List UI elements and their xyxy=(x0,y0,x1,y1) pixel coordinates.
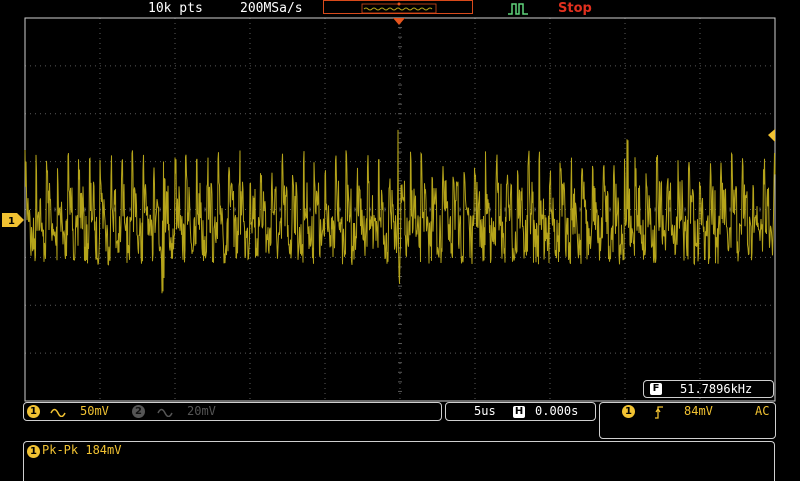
memory-overview-bar[interactable] xyxy=(323,0,473,14)
timebase-panel: 5us H 0.000s xyxy=(445,402,596,421)
channel1-badge[interactable]: 1 xyxy=(27,405,40,418)
trigger-source-badge[interactable]: 1 xyxy=(622,405,635,418)
horizontal-position: 0.000s xyxy=(535,404,579,418)
horizontal-position-icon: H xyxy=(513,406,525,418)
sample-rate: 200MSa/s xyxy=(240,1,303,16)
pk-pk-measurement: Pk-Pk 184mV xyxy=(42,443,122,457)
memory-waveform-icon xyxy=(361,2,437,14)
trigger-level: 84mV xyxy=(684,404,713,418)
record-length: 10k pts xyxy=(148,1,203,16)
frequency-value: 51.7896kHz xyxy=(680,382,753,396)
measurement-channel-badge: 1 xyxy=(27,445,40,458)
run-stop-status[interactable]: Stop xyxy=(558,1,592,16)
channel2-coupling-icon xyxy=(157,408,173,417)
channel1-scale: 50mV xyxy=(80,404,109,418)
frequency-icon: F xyxy=(650,383,662,395)
trigger-coupling: AC xyxy=(755,404,770,418)
top-status-bar: 10k pts 200MSa/s Stop xyxy=(0,0,800,17)
channel1-coupling-icon xyxy=(50,408,66,417)
channel2-badge[interactable]: 2 xyxy=(132,405,145,418)
channel1-marker-label: 1 xyxy=(8,216,15,227)
rising-edge-icon xyxy=(655,406,663,419)
channel2-scale: 20mV xyxy=(187,404,216,418)
channel-info-panel: 1 50mV 2 20mV xyxy=(23,402,442,421)
trigger-pulse-icon xyxy=(508,3,528,15)
frequency-counter: F 51.7896kHz xyxy=(643,380,774,398)
measurement-panel: 1 Pk-Pk 184mV xyxy=(23,441,775,481)
trigger-panel: 1 84mV AC xyxy=(599,402,776,439)
timebase-scale: 5us xyxy=(474,404,496,418)
